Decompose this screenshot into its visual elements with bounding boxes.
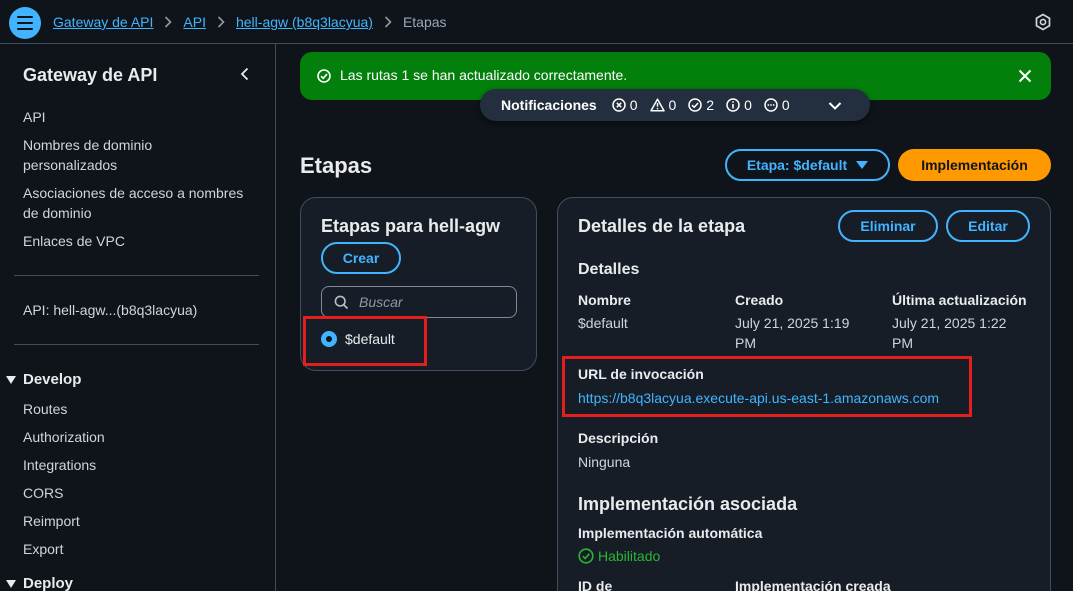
auto-deploy-status: Habilitado xyxy=(578,548,660,564)
breadcrumb-current: Etapas xyxy=(402,14,447,30)
created-value-line1: July 21, 2025 1:19 xyxy=(735,315,850,331)
success-count: 2 xyxy=(688,97,714,113)
stage-select-label: Etapa: $default xyxy=(746,157,848,173)
close-icon[interactable] xyxy=(1017,68,1033,84)
check-circle-icon xyxy=(578,548,594,564)
breadcrumb-gateway-link[interactable]: Gateway de API xyxy=(53,14,153,30)
sidebar-divider xyxy=(14,344,259,345)
sidebar-item-cors[interactable]: CORS xyxy=(23,483,63,503)
warning-count: 0 xyxy=(649,97,677,113)
side-navigation: Gateway de API API Nombres de dominio pe… xyxy=(0,44,276,591)
warning-icon xyxy=(649,98,665,112)
sidebar-section-deploy[interactable]: Deploy xyxy=(6,575,73,591)
breadcrumb: Gateway de API API hell-agw (b8q3lacyua)… xyxy=(53,0,447,44)
updated-value-line2: PM xyxy=(892,335,913,351)
details-heading: Detalles xyxy=(578,261,640,278)
stage-search-field[interactable] xyxy=(321,286,517,318)
sidebar-item-export[interactable]: Export xyxy=(23,539,63,559)
search-icon xyxy=(334,295,349,309)
create-stage-button[interactable]: Crear xyxy=(321,242,401,274)
stages-panel-title: Etapas para hell-agw xyxy=(321,216,501,236)
name-value: $default xyxy=(578,315,628,331)
sidebar-item-current-api[interactable]: API: hell-agw...(b8q3lacyua) xyxy=(23,300,197,320)
chevron-right-icon xyxy=(217,16,225,28)
sidebar-divider xyxy=(14,275,259,276)
in-progress-count-value: 0 xyxy=(781,97,790,113)
highlight-box-invoke-url xyxy=(562,356,972,417)
sidebar-section-label: Deploy xyxy=(23,575,74,591)
deploy-button[interactable]: Implementación xyxy=(898,149,1051,181)
edit-stage-button[interactable]: Editar xyxy=(946,210,1030,242)
highlight-box-stage xyxy=(303,316,427,366)
sidebar-section-label: Develop xyxy=(23,371,82,388)
updated-label: Última actualización xyxy=(892,292,1027,308)
in-progress-count: 0 xyxy=(764,97,790,113)
name-label: Nombre xyxy=(578,292,631,308)
auto-deploy-value: Habilitado xyxy=(598,548,661,564)
description-label: Descripción xyxy=(578,430,659,446)
breadcrumb-api-link[interactable]: API xyxy=(183,14,206,30)
hexagon-settings-icon[interactable] xyxy=(1034,13,1052,31)
sidebar-item-integrations[interactable]: Integrations xyxy=(23,455,96,475)
error-count: 0 xyxy=(611,97,638,113)
deployment-created-label: Implementación creada xyxy=(735,578,891,591)
search-input[interactable] xyxy=(359,294,509,310)
caret-down-icon xyxy=(6,375,16,384)
details-panel-title: Detalles de la etapa xyxy=(578,216,746,236)
updated-value-line1: July 21, 2025 1:22 xyxy=(892,315,1007,331)
caret-down-icon xyxy=(856,161,869,169)
sidebar-item-routes[interactable]: Routes xyxy=(23,399,67,419)
check-circle-icon xyxy=(317,69,331,83)
info-count-value: 0 xyxy=(744,97,752,113)
sidebar-item-vpc-links[interactable]: Enlaces de VPC xyxy=(23,231,125,251)
auto-deploy-label: Implementación automática xyxy=(578,525,763,541)
sidebar-item-reimport[interactable]: Reimport xyxy=(23,511,80,531)
hamburger-icon xyxy=(17,16,33,30)
flash-message: Las rutas 1 se han actualizado correctam… xyxy=(340,67,628,83)
in-progress-icon xyxy=(764,98,778,112)
created-value-line2: PM xyxy=(735,335,756,351)
sidebar-item-authorization[interactable]: Authorization xyxy=(23,427,105,447)
breadcrumb-api-name-link[interactable]: hell-agw (b8q3lacyua) xyxy=(236,14,373,30)
caret-down-icon xyxy=(6,579,16,588)
sidebar-section-develop[interactable]: Develop xyxy=(6,371,81,388)
sidebar-title: Gateway de API xyxy=(23,65,158,85)
created-label: Creado xyxy=(735,292,784,308)
notifications-label: Notificaciones xyxy=(501,97,597,113)
page-title: Etapas xyxy=(300,153,373,178)
sidebar-item-api[interactable]: API xyxy=(23,107,46,127)
error-count-value: 0 xyxy=(629,97,638,113)
notifications-bar[interactable]: Notificaciones 0 0 2 0 0 xyxy=(480,89,870,121)
description-value: Ninguna xyxy=(578,454,631,470)
chevron-right-icon xyxy=(164,16,173,28)
top-navigation-bar: Gateway de API API hell-agw (b8q3lacyua)… xyxy=(0,0,1073,44)
chevron-right-icon xyxy=(384,16,392,28)
error-icon xyxy=(611,98,626,112)
sidebar-item-domain-access[interactable]: Asociaciones de acceso a nombres de domi… xyxy=(23,183,253,223)
info-icon xyxy=(726,98,740,112)
chevron-down-icon[interactable] xyxy=(827,98,843,114)
info-count: 0 xyxy=(726,97,752,113)
stage-select-dropdown[interactable]: Etapa: $default xyxy=(725,149,890,181)
sidebar-item-custom-domains[interactable]: Nombres de dominio personalizados xyxy=(23,135,243,175)
deployment-id-label: ID de xyxy=(578,578,613,591)
deployment-heading: Implementación asociada xyxy=(578,494,798,514)
chevron-left-icon[interactable] xyxy=(237,66,253,82)
menu-toggle-button[interactable] xyxy=(9,7,41,39)
warning-count-value: 0 xyxy=(668,97,677,113)
check-circle-icon xyxy=(688,98,703,112)
success-count-value: 2 xyxy=(706,97,715,113)
delete-stage-button[interactable]: Eliminar xyxy=(838,210,938,242)
